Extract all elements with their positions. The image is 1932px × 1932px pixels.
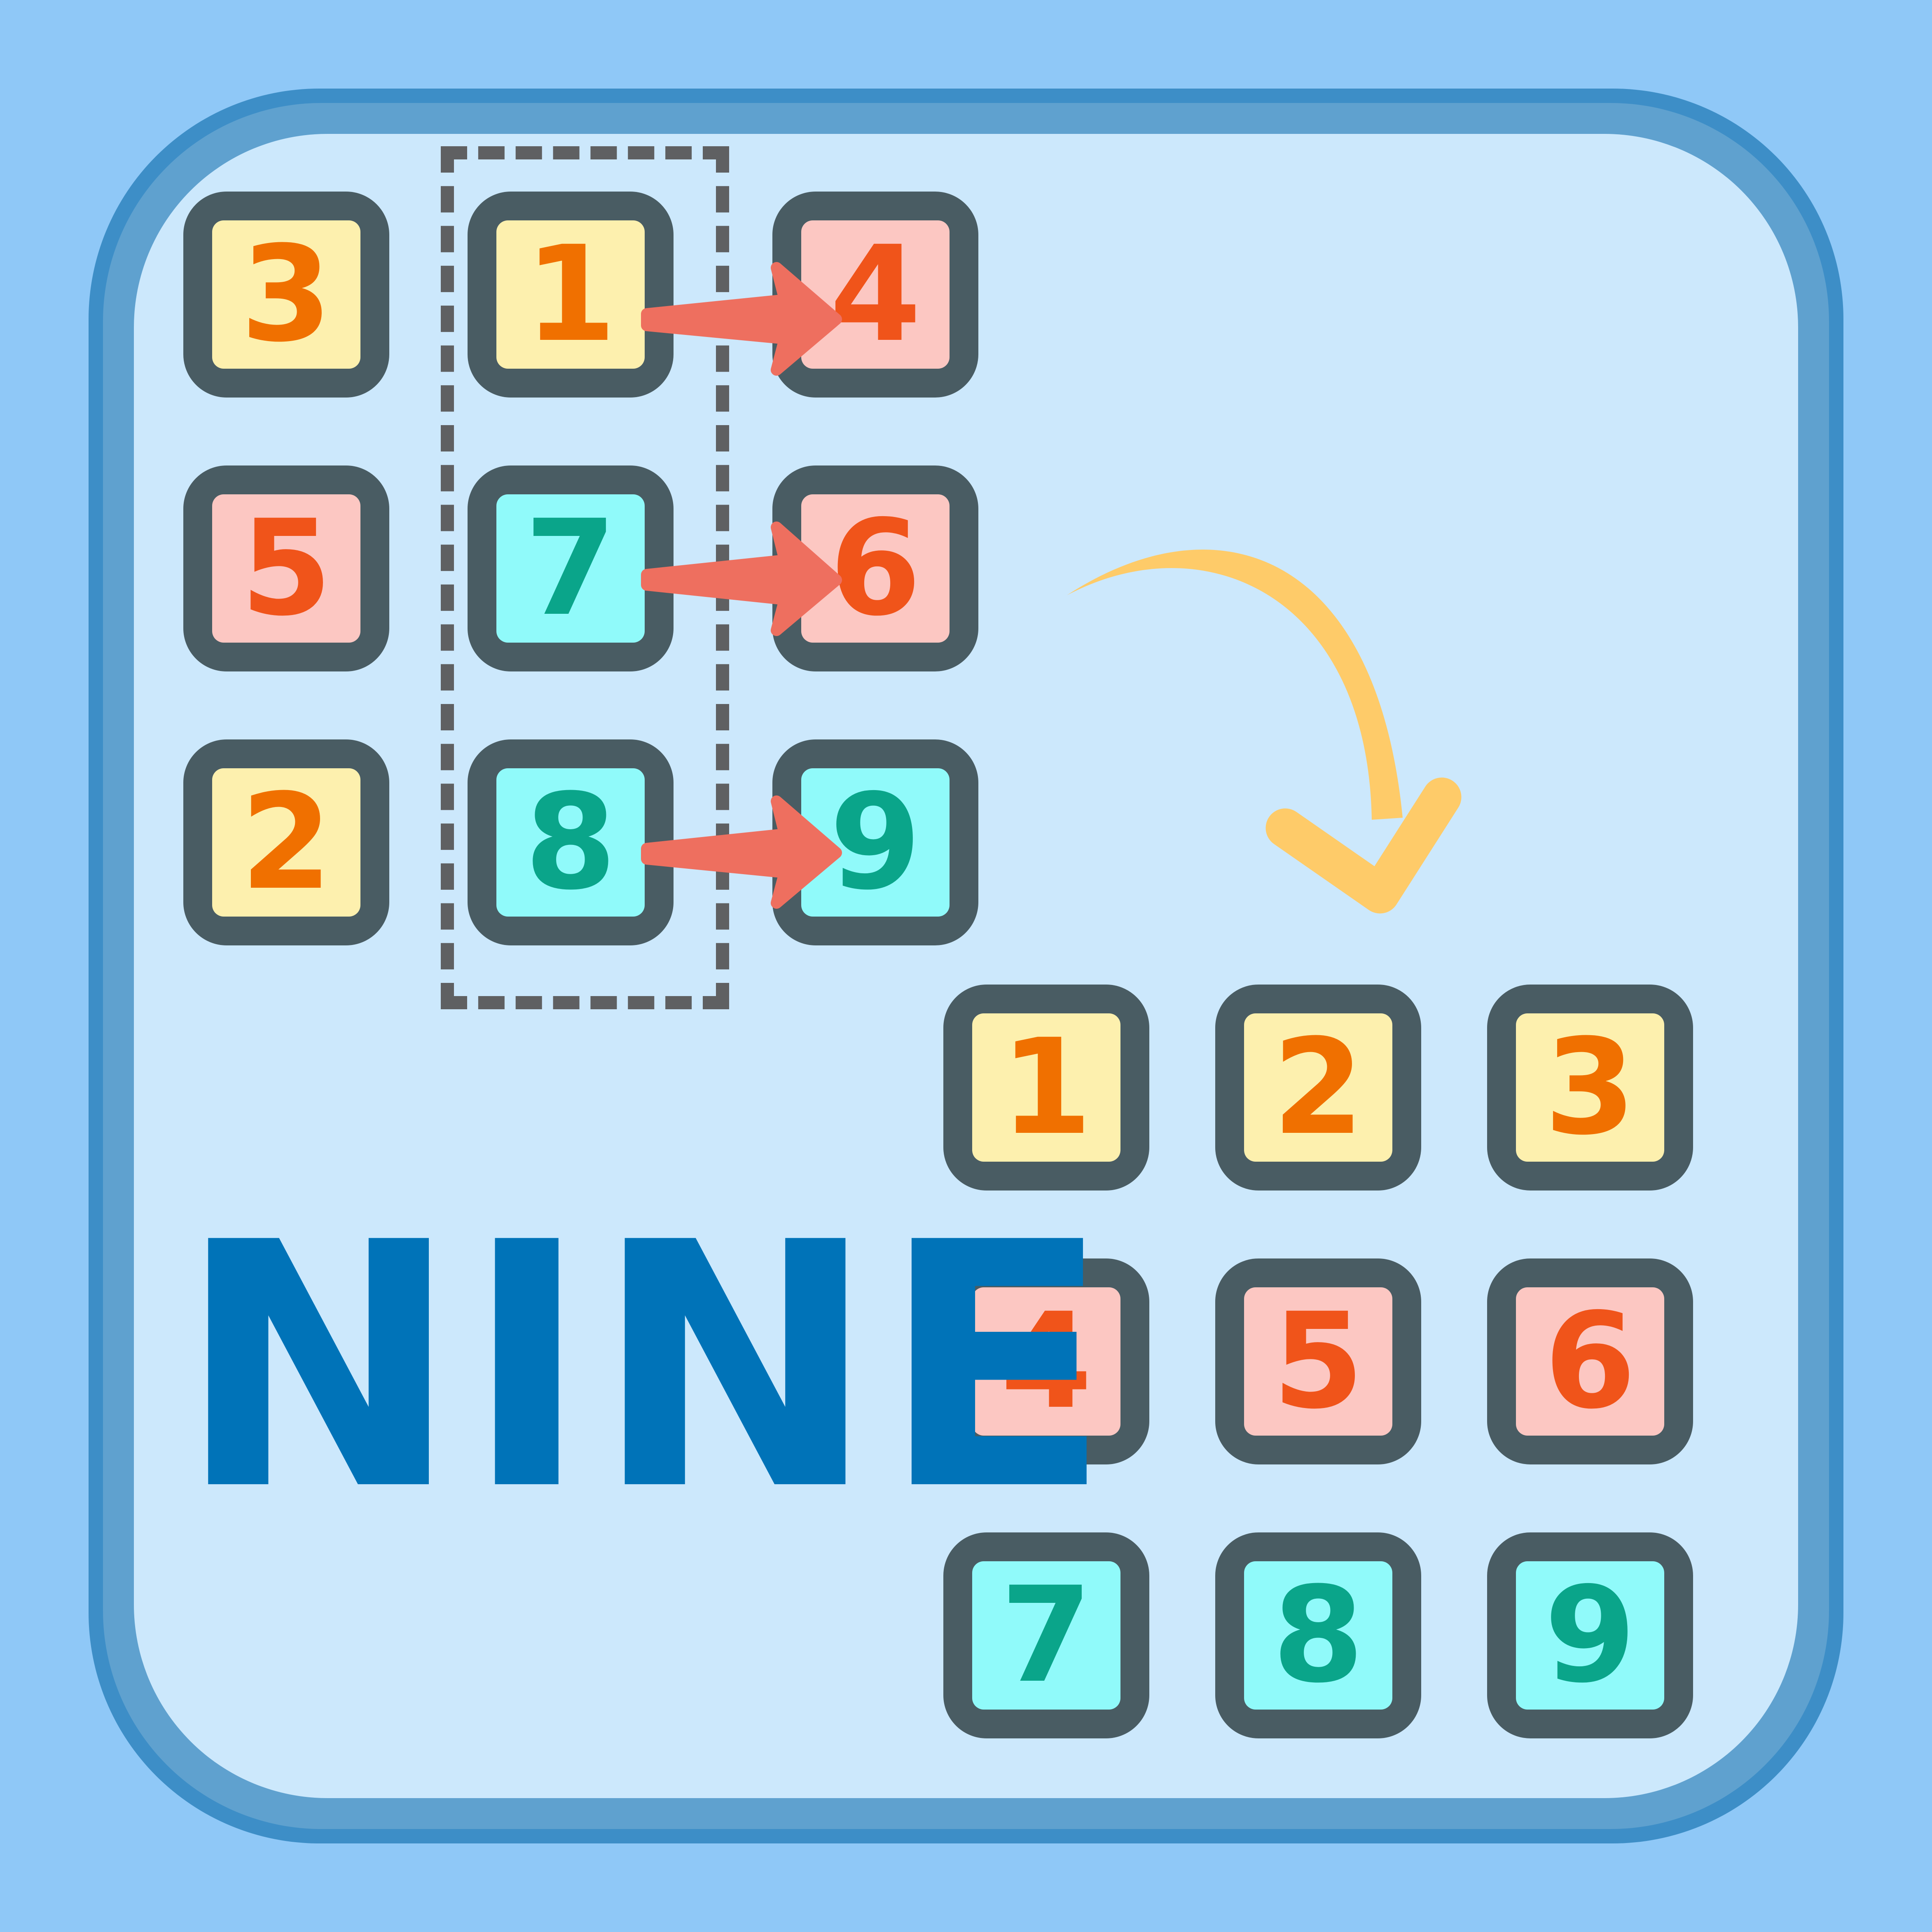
solved-tile: 5	[1215, 1258, 1421, 1464]
tile-number: 7	[496, 494, 645, 643]
tile-number: 5	[1244, 1287, 1392, 1436]
solved-tile: 1	[943, 985, 1149, 1191]
tile-number: 5	[212, 494, 360, 643]
app-icon-background: 3 1 4 5 7 6 2 8 9 1 2 3 4 5 6 7 8 9 NINE	[0, 0, 1932, 1932]
puzzle-tile[interactable]: 1	[468, 192, 674, 398]
solved-tile: 3	[1487, 985, 1693, 1191]
tile-number: 7	[972, 1561, 1120, 1710]
puzzle-tile[interactable]: 6	[772, 465, 978, 671]
tile-number: 1	[972, 1013, 1120, 1162]
tile-number: 1	[496, 220, 645, 369]
tile-number: 3	[1516, 1013, 1664, 1162]
game-title: NINE	[177, 1171, 1116, 1564]
puzzle-tile[interactable]: 8	[468, 739, 674, 945]
solved-tile: 9	[1487, 1532, 1693, 1738]
solved-tile: 6	[1487, 1258, 1693, 1464]
solved-tile: 8	[1215, 1532, 1421, 1738]
puzzle-tile[interactable]: 7	[468, 465, 674, 671]
tile-number: 6	[801, 494, 950, 643]
puzzle-tile[interactable]: 2	[183, 739, 389, 945]
puzzle-tile[interactable]: 5	[183, 465, 389, 671]
solved-tile: 2	[1215, 985, 1421, 1191]
puzzle-tile[interactable]: 4	[772, 192, 978, 398]
puzzle-tile[interactable]: 9	[772, 739, 978, 945]
tile-number: 8	[1244, 1561, 1392, 1710]
puzzle-tile[interactable]: 3	[183, 192, 389, 398]
tile-number: 2	[1244, 1013, 1392, 1162]
tile-number: 6	[1516, 1287, 1664, 1436]
tile-number: 4	[801, 220, 950, 369]
tile-number: 9	[1516, 1561, 1664, 1710]
tile-number: 2	[212, 768, 360, 917]
tile-number: 8	[496, 768, 645, 917]
tile-number: 3	[212, 220, 360, 369]
tile-number: 9	[801, 768, 950, 917]
